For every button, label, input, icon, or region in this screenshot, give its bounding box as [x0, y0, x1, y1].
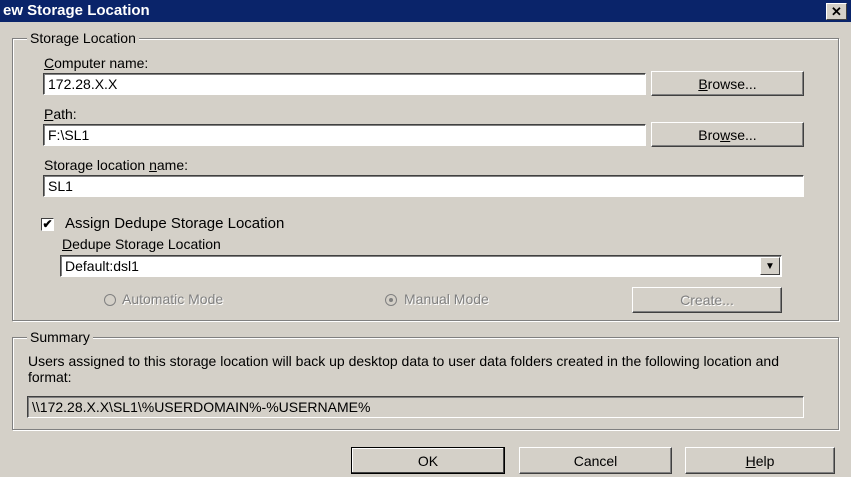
- close-icon: ✕: [831, 3, 842, 19]
- assign-dedupe-checkbox[interactable]: ✔: [41, 218, 54, 231]
- dedupe-location-value: Default:dsl1: [65, 258, 139, 274]
- title-bar: ew Storage Location ✕: [0, 0, 851, 22]
- summary-text: Users assigned to this storage location …: [28, 353, 779, 385]
- computer-name-input[interactable]: 172.28.X.X: [43, 73, 646, 95]
- checkmark-icon: ✔: [42, 217, 53, 231]
- path-input[interactable]: F:\SL1: [43, 124, 646, 146]
- automatic-mode-radio[interactable]: [104, 294, 116, 306]
- window-title: ew Storage Location: [3, 2, 150, 19]
- help-button[interactable]: Help: [685, 447, 835, 474]
- manual-mode-radio[interactable]: [385, 294, 397, 306]
- cancel-button[interactable]: Cancel: [519, 447, 672, 474]
- browse-path-button[interactable]: Bro w se...: [651, 122, 804, 147]
- summary-legend: Summary: [27, 329, 93, 345]
- computer-name-label: Computer name:: [44, 55, 149, 71]
- manual-mode-label: Manual Mode: [404, 291, 489, 307]
- summary-path-field: \\172.28.X.X\SL1\%USERDOMAIN%-%USERNAME%: [27, 396, 804, 418]
- location-name-input[interactable]: SL1: [43, 175, 804, 197]
- location-name-label: Storage location name:: [44, 157, 188, 173]
- close-button[interactable]: ✕: [826, 3, 847, 20]
- path-label: Path:: [44, 106, 77, 122]
- browse-computer-button[interactable]: Browse...: [651, 71, 804, 96]
- chevron-down-icon[interactable]: ▼: [760, 257, 780, 275]
- storage-location-legend: Storage Location: [27, 30, 139, 46]
- dedupe-location-select[interactable]: Default:dsl1 ▼: [60, 255, 782, 277]
- automatic-mode-label: Automatic Mode: [122, 291, 224, 307]
- assign-dedupe-label[interactable]: Assign Dedupe Storage Location: [65, 215, 284, 232]
- create-button[interactable]: Create...: [632, 287, 782, 313]
- ok-button[interactable]: OK: [351, 447, 505, 474]
- dedupe-location-label: Dedupe Storage Location: [62, 236, 221, 252]
